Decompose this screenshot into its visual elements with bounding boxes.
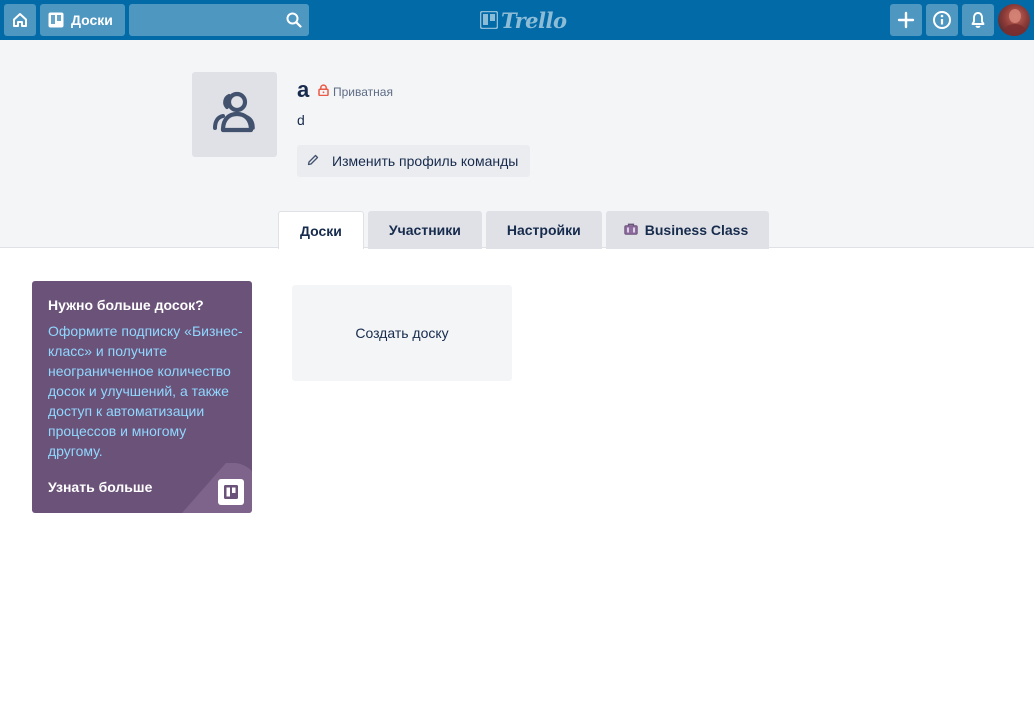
notifications-button[interactable] [962,4,994,36]
tab-boards-label: Доски [300,222,342,239]
home-icon [11,11,29,29]
boards-icon [48,12,64,28]
top-header: Доски Trello [0,0,1034,40]
boards-button-label: Доски [71,12,113,28]
team-header: a Приватная d Изменить профиль команды Д… [0,40,1034,249]
promo-text: Оформите подписку «Бизнес-класс» и получ… [48,323,243,459]
lock-icon [318,84,329,99]
visibility-badge[interactable]: Приватная [318,84,393,99]
edit-team-profile-label: Изменить профиль команды [332,153,519,169]
search-icon [286,12,302,28]
avatar[interactable] [998,4,1030,36]
team-description: d [297,112,305,128]
tab-business-class-label: Business Class [644,222,749,238]
promo-title: Нужно больше досок? [48,297,204,313]
team-name: a [297,77,310,102]
trello-small-icon [218,479,244,505]
tab-members[interactable]: Участники [367,211,482,249]
visibility-label: Приватная [333,84,393,99]
search-input[interactable] [129,4,309,36]
boards-button[interactable]: Доски [40,4,125,36]
tab-settings-label: Настройки [506,222,581,238]
info-button[interactable] [926,4,958,36]
avatar-image [1002,9,1028,36]
tab-business-class[interactable]: Business Class [605,211,770,249]
trello-logo-text: Trello [501,7,567,33]
team-logo [192,72,277,157]
create-board-label: Создать доску [355,325,449,341]
trello-logo-icon [480,11,498,29]
tab-settings[interactable]: Настройки [485,211,602,249]
team-members-icon [210,90,260,139]
info-icon [932,10,952,30]
create-button[interactable] [890,4,922,36]
bell-icon [969,11,987,29]
team-tabs: Доски Участники Настройки Business Class [278,211,770,249]
pencil-icon [307,153,319,169]
tab-members-label: Участники [388,222,461,238]
create-board-tile[interactable]: Создать доску [292,285,512,381]
edit-team-profile-button[interactable]: Изменить профиль команды [297,145,531,177]
plus-icon [897,11,915,29]
tab-boards[interactable]: Доски [278,211,364,249]
home-button[interactable] [4,4,36,36]
briefcase-icon [624,222,638,238]
trello-logo[interactable]: Trello [480,7,567,33]
business-class-promo: Нужно больше досок? Оформите подписку «Б… [32,281,252,513]
learn-more-link[interactable]: Узнать больше [48,479,152,495]
